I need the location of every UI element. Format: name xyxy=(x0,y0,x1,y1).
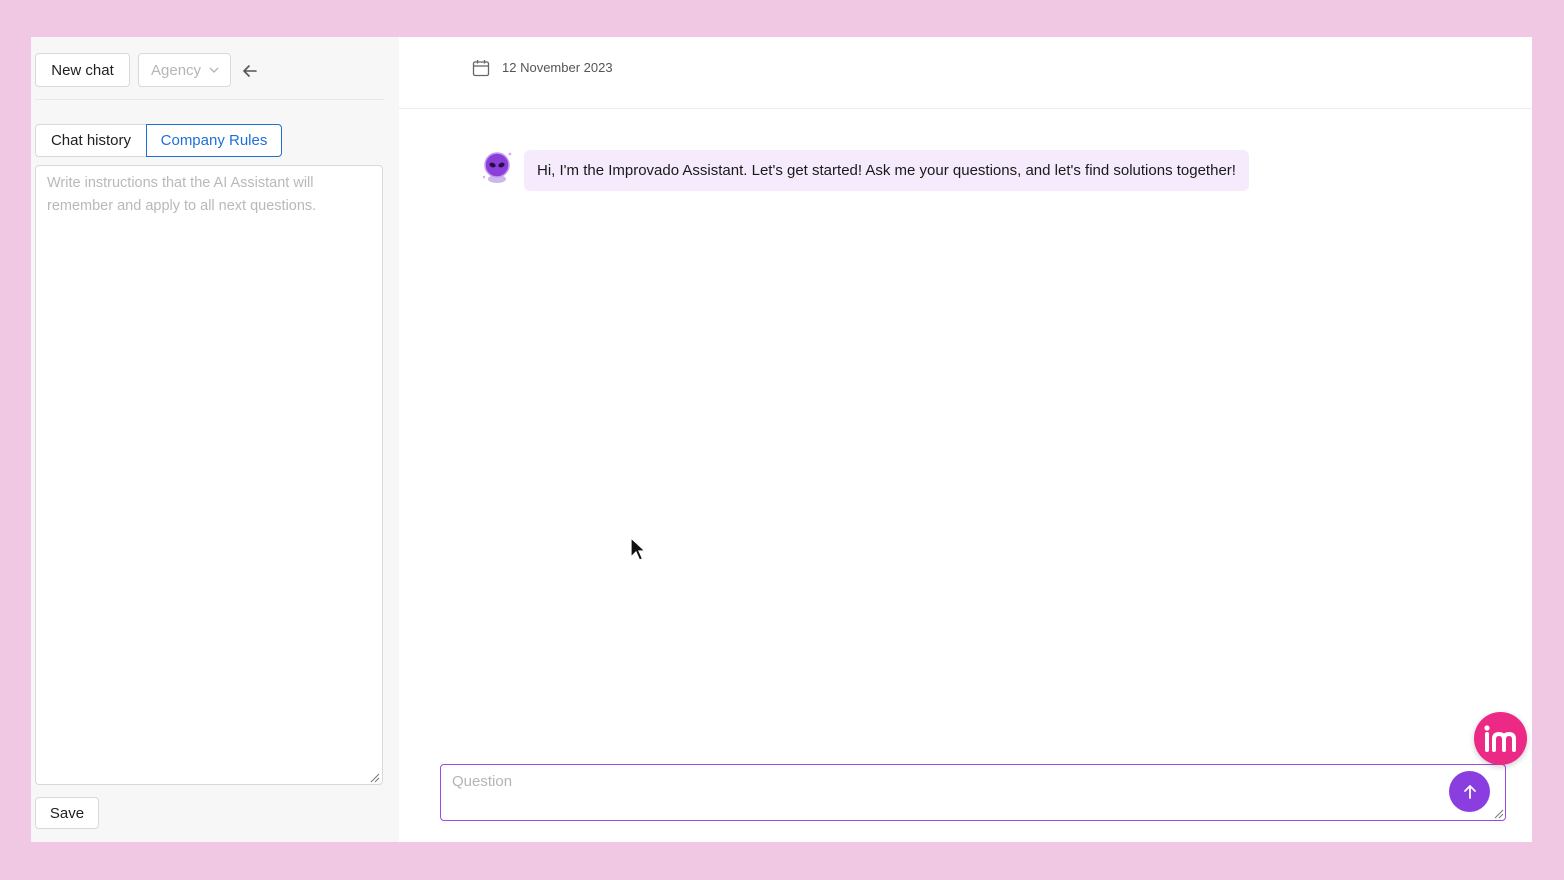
resize-grip-icon[interactable] xyxy=(368,771,380,783)
chat-date: 12 November 2023 xyxy=(502,60,613,75)
chevron-down-icon xyxy=(209,67,219,73)
app-window: New chat Agency Chat history Company Rul… xyxy=(31,37,1532,842)
im-letters-logo xyxy=(1483,724,1516,752)
new-chat-button[interactable]: New chat xyxy=(35,53,130,87)
sidebar-divider xyxy=(35,99,384,100)
company-rules-input[interactable] xyxy=(35,165,383,785)
chat-panel: 12 November 2023 Hi, I'm the Improvado A… xyxy=(399,37,1532,842)
improvado-logo-icon[interactable] xyxy=(1474,712,1527,765)
tab-chat-history[interactable]: Chat history xyxy=(35,124,147,157)
agency-select-value: Agency xyxy=(151,61,202,79)
assistant-message: Hi, I'm the Improvado Assistant. Let's g… xyxy=(524,150,1249,191)
question-input[interactable] xyxy=(440,764,1506,821)
resize-grip-icon[interactable] xyxy=(1492,807,1504,819)
sidebar: New chat Agency Chat history Company Rul… xyxy=(31,37,399,842)
arrow-left-icon[interactable] xyxy=(240,61,260,81)
mouse-cursor-icon xyxy=(630,537,646,561)
tab-company-rules[interactable]: Company Rules xyxy=(146,124,282,157)
assistant-avatar-icon xyxy=(482,152,512,183)
calendar-icon xyxy=(472,60,490,77)
send-button[interactable] xyxy=(1449,771,1490,812)
arrow-up-icon xyxy=(1463,784,1476,799)
save-button[interactable]: Save xyxy=(35,797,99,829)
agency-select[interactable]: Agency xyxy=(138,53,231,87)
header-divider xyxy=(399,108,1532,109)
sidebar-tabs: Chat history Company Rules xyxy=(35,124,282,157)
